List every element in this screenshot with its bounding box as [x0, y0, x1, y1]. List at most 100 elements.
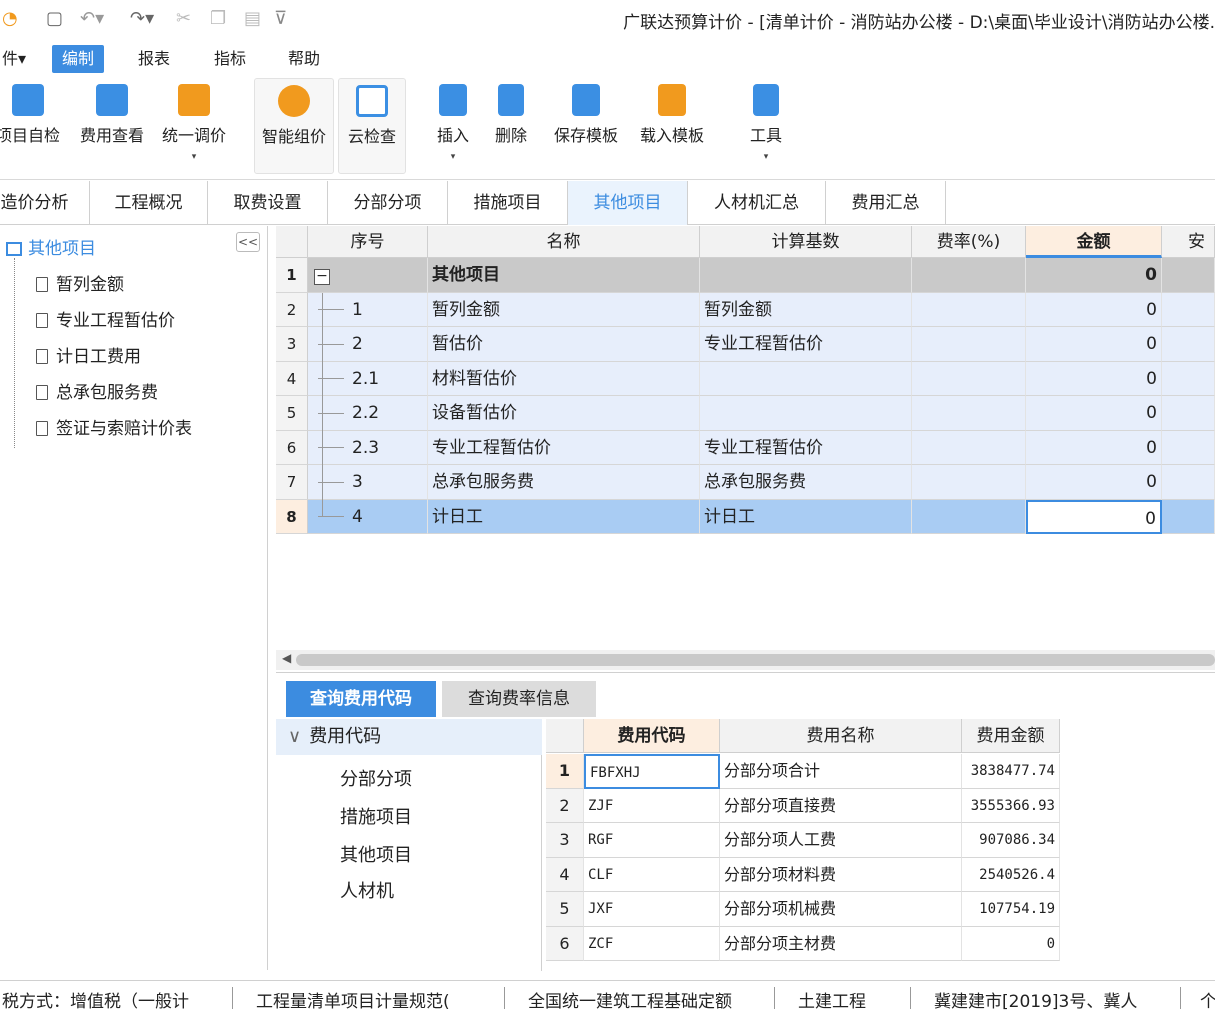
seq-cell[interactable]: 2: [308, 327, 428, 362]
scroll-thumb[interactable]: [296, 654, 1215, 666]
column-header-safety[interactable]: 安: [1162, 226, 1215, 258]
insert-button[interactable]: 插入 ▾: [428, 78, 478, 174]
base-cell[interactable]: 计日工: [700, 499, 912, 534]
collapse-panel-button[interactable]: <<: [236, 232, 260, 252]
scroll-left-icon[interactable]: ◀: [282, 651, 291, 665]
name-cell[interactable]: 暂列金额: [428, 292, 700, 327]
fee-name-cell[interactable]: 分部分项合计: [720, 754, 962, 789]
table-row[interactable]: 5 2.2 设备暂估价 0: [276, 396, 1215, 431]
tools-dropdown-icon[interactable]: ▾: [738, 152, 794, 162]
fee-code-item-labor-material[interactable]: 人材机: [340, 877, 394, 903]
smart-pricing-button[interactable]: 智能组价: [254, 78, 334, 174]
cut-icon[interactable]: ✂: [176, 8, 191, 29]
fee-code-cell[interactable]: ZJF: [584, 788, 720, 823]
tab-other-items[interactable]: 其他项目: [568, 181, 688, 225]
table-row[interactable]: 3 2 暂估价 专业工程暂估价 0: [276, 327, 1215, 362]
delete-button[interactable]: 删除: [486, 78, 536, 174]
safety-cell[interactable]: [1162, 396, 1215, 431]
name-cell[interactable]: 暂估价: [428, 327, 700, 362]
name-cell[interactable]: 设备暂估价: [428, 396, 700, 431]
tree-item-contractor-service[interactable]: 总承包服务费: [36, 378, 158, 403]
column-header-rate[interactable]: 费率(%): [912, 226, 1026, 258]
rate-cell[interactable]: [912, 292, 1026, 327]
name-cell[interactable]: 总承包服务费: [428, 465, 700, 500]
name-cell[interactable]: 材料暂估价: [428, 361, 700, 396]
rate-cell[interactable]: [912, 396, 1026, 431]
seq-cell[interactable]: −: [308, 258, 428, 293]
seq-cell[interactable]: 2.2: [308, 396, 428, 431]
rate-cell[interactable]: [912, 258, 1026, 293]
tab-sub-items[interactable]: 分部分项: [328, 181, 448, 225]
menu-file[interactable]: 件▾: [0, 45, 36, 73]
menu-index[interactable]: 指标: [204, 45, 256, 73]
amount-cell[interactable]: 0: [1026, 430, 1162, 465]
base-cell[interactable]: 总承包服务费: [700, 465, 912, 500]
redo-icon[interactable]: ↷▾: [130, 8, 154, 29]
table-row[interactable]: 6 2.3 专业工程暂估价 专业工程暂估价 0: [276, 430, 1215, 465]
fee-code-cell[interactable]: FBFXHJ: [584, 754, 720, 789]
amount-cell[interactable]: 0: [1026, 361, 1162, 396]
seq-cell[interactable]: 1: [308, 292, 428, 327]
amount-cell[interactable]: 0: [1026, 327, 1162, 362]
table-row[interactable]: 4 2.1 材料暂估价 0: [276, 361, 1215, 396]
safety-cell[interactable]: [1162, 327, 1215, 362]
column-header-base[interactable]: 计算基数: [700, 226, 912, 258]
fee-code-cell[interactable]: CLF: [584, 857, 720, 892]
fee-code-tree-root[interactable]: ∨ 费用代码: [276, 719, 542, 755]
collapse-icon[interactable]: −: [314, 269, 330, 285]
table-row[interactable]: 1− 其他项目 0: [276, 258, 1215, 293]
amount-cell[interactable]: 0: [1026, 499, 1162, 534]
seq-cell[interactable]: 4: [308, 499, 428, 534]
tab-fee-settings[interactable]: 取费设置: [208, 181, 328, 225]
fee-code-cell[interactable]: JXF: [584, 892, 720, 927]
base-cell[interactable]: 暂列金额: [700, 292, 912, 327]
undo-icon[interactable]: ↶▾: [80, 8, 104, 29]
fee-name-cell[interactable]: 分部分项人工费: [720, 823, 962, 858]
column-header-amount[interactable]: 金额: [1026, 226, 1162, 258]
rate-cell[interactable]: [912, 465, 1026, 500]
rate-cell[interactable]: [912, 499, 1026, 534]
fee-code-cell[interactable]: ZCF: [584, 926, 720, 961]
table-row[interactable]: 8 4 计日工 计日工 0: [276, 499, 1215, 534]
amount-cell[interactable]: 0: [1026, 396, 1162, 431]
menu-help[interactable]: 帮助: [278, 45, 330, 73]
safety-cell[interactable]: [1162, 292, 1215, 327]
column-header-fee-amount[interactable]: 费用金额: [962, 719, 1060, 753]
tab-project-overview[interactable]: 工程概况: [90, 181, 208, 225]
paste-icon[interactable]: ▤: [244, 8, 261, 29]
seq-cell[interactable]: 3: [308, 465, 428, 500]
column-header-fee-code[interactable]: 费用代码: [584, 719, 720, 753]
fee-code-item-other[interactable]: 其他项目: [340, 841, 412, 867]
fee-name-cell[interactable]: 分部分项材料费: [720, 857, 962, 892]
fee-amount-cell[interactable]: 2540526.4: [962, 857, 1060, 892]
safety-cell[interactable]: [1162, 430, 1215, 465]
amount-cell[interactable]: 0: [1026, 465, 1162, 500]
column-header-seq[interactable]: 序号: [308, 226, 428, 258]
tree-item-claims[interactable]: 签证与索赔计价表: [36, 414, 192, 439]
save-icon[interactable]: ▢: [46, 8, 63, 29]
rate-cell[interactable]: [912, 361, 1026, 396]
tools-button[interactable]: 工具 ▾: [738, 78, 794, 174]
tab-query-fee-code[interactable]: 查询费用代码: [286, 681, 436, 717]
chevron-down-icon[interactable]: ∨: [288, 726, 301, 747]
fee-code-cell[interactable]: RGF: [584, 823, 720, 858]
fee-name-cell[interactable]: 分部分项机械费: [720, 892, 962, 927]
fee-amount-cell[interactable]: 3555366.93: [962, 788, 1060, 823]
load-template-button[interactable]: 载入模板: [632, 78, 712, 174]
column-header-fee-name[interactable]: 费用名称: [720, 719, 962, 753]
name-cell[interactable]: 专业工程暂估价: [428, 430, 700, 465]
cloud-check-button[interactable]: 云检查: [338, 78, 406, 174]
amount-cell[interactable]: 0: [1026, 292, 1162, 327]
cost-view-button[interactable]: 费用查看: [72, 78, 152, 174]
safety-cell[interactable]: [1162, 465, 1215, 500]
menu-edit[interactable]: 编制: [52, 45, 105, 73]
tab-cost-summary[interactable]: 费用汇总: [826, 181, 946, 225]
tree-item-provisional-sum[interactable]: 暂列金额: [36, 270, 124, 295]
fee-amount-cell[interactable]: 907086.34: [962, 823, 1060, 858]
fee-code-item-sub-items[interactable]: 分部分项: [340, 765, 412, 791]
copy-icon[interactable]: ❐: [210, 8, 226, 29]
unified-price-dropdown-icon[interactable]: ▾: [154, 152, 234, 162]
rate-cell[interactable]: [912, 327, 1026, 362]
base-cell[interactable]: [700, 258, 912, 293]
rate-cell[interactable]: [912, 430, 1026, 465]
